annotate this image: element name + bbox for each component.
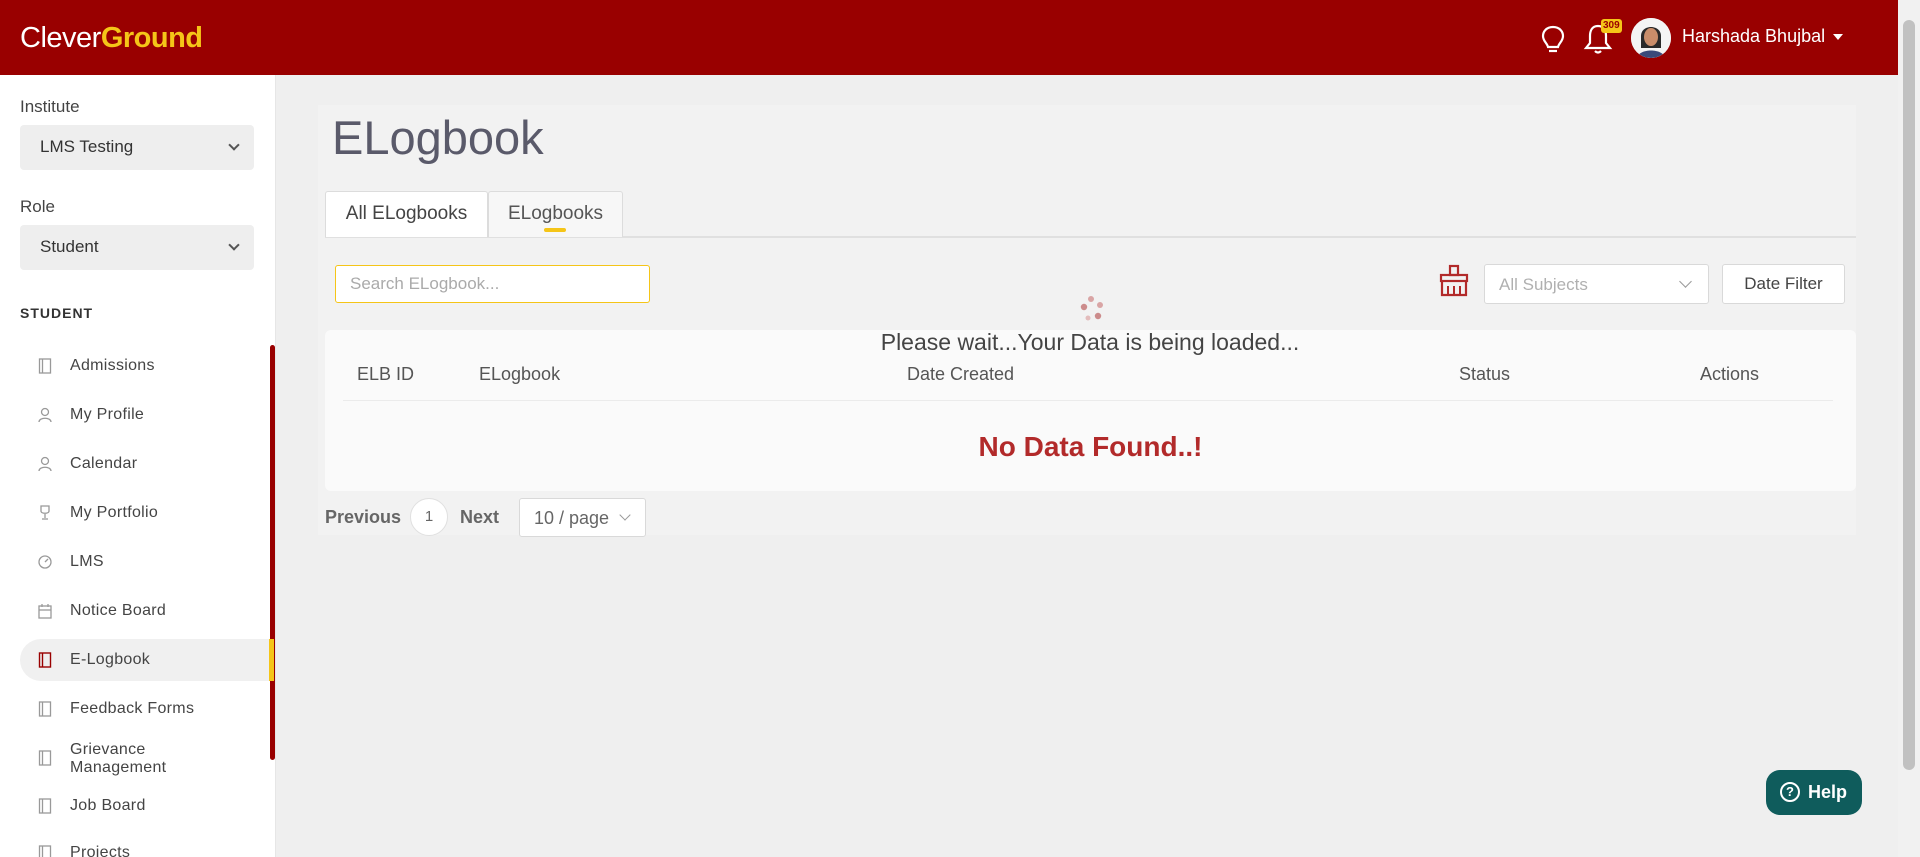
institute-label: Institute (20, 97, 80, 116)
column-header-elogbook: ELogbook (479, 364, 561, 384)
clever-ground-logo[interactable]: CleverGround (20, 22, 203, 55)
sidebar-item-label: Projects (70, 844, 131, 857)
institute-select-value: LMS Testing (40, 137, 134, 156)
sidebar-item-label: Admissions (70, 357, 155, 374)
search-input[interactable] (335, 265, 650, 303)
column-header-actions: Actions (1700, 364, 1760, 384)
sidebar-item-e-logbook[interactable]: E-Logbook (20, 639, 274, 681)
user-icon (38, 456, 52, 472)
sidebar-item-label: My Profile (70, 406, 145, 423)
sidebar-item-admissions[interactable]: Admissions (20, 345, 270, 387)
lightbulb-icon[interactable] (1538, 24, 1568, 56)
book-icon (38, 701, 52, 717)
sidebar-item-label: Calendar (70, 455, 138, 472)
sidebar-item-label: Job Board (70, 797, 146, 814)
user-icon (38, 407, 52, 423)
empty-state-message: No Data Found..! (978, 431, 1203, 462)
user-name[interactable]: Harshada Bhujbal (1682, 26, 1825, 47)
trophy-icon (40, 505, 50, 520)
sidebar-item-projects[interactable]: Projects (20, 832, 270, 857)
calendar-icon (38, 604, 52, 619)
pagination-next-button[interactable]: Next (460, 507, 499, 528)
sidebar: Institute LMS Testing Role Student STUDE… (0, 75, 276, 857)
loading-message: Please wait...Your Data is being loaded.… (880, 329, 1300, 355)
sidebar-item-label: My Portfolio (70, 504, 159, 521)
chevron-down-icon (228, 139, 240, 151)
role-label: Role (20, 197, 55, 216)
book-icon (38, 358, 52, 374)
pagination-page-button[interactable]: 1 (410, 498, 448, 536)
sidebar-item-notice-board[interactable]: Notice Board (20, 590, 270, 632)
chevron-down-icon (228, 239, 240, 251)
date-filter-button[interactable]: Date Filter (1722, 264, 1845, 304)
caret-down-icon[interactable] (1833, 34, 1843, 40)
column-header-status: Status (1459, 364, 1511, 384)
sidebar-section-title: STUDENT (20, 305, 94, 321)
user-avatar[interactable] (1631, 18, 1671, 58)
subject-filter-select[interactable]: All Subjects (1484, 264, 1709, 304)
sidebar-item-my-portfolio[interactable]: My Portfolio (20, 492, 270, 534)
sidebar-item-grievance-management[interactable]: Grievance Management (20, 737, 270, 779)
role-select[interactable]: Student (20, 225, 254, 270)
chevron-down-icon (619, 509, 631, 521)
loading-spinner-icon (1080, 296, 1103, 321)
sidebar-item-label: E-Logbook (70, 651, 151, 668)
page-scrollbar-thumb[interactable] (1903, 20, 1915, 770)
column-header-date-created: Date Created (907, 364, 1015, 384)
notification-count-badge: 309 (1601, 19, 1622, 33)
page-title: ELogbook (332, 111, 544, 164)
logo-text-ground: Ground (100, 22, 203, 54)
logo-text-clever: Clever (20, 22, 101, 54)
book-icon (38, 750, 52, 766)
question-icon: ? (1780, 782, 1800, 802)
sidebar-item-calendar[interactable]: Calendar (20, 443, 270, 485)
book-icon (38, 798, 52, 814)
sidebar-item-label: Notice Board (70, 602, 167, 619)
sidebar-item-lms[interactable]: LMS (20, 541, 270, 583)
sidebar-item-label: Feedback Forms (70, 700, 195, 717)
clear-filter-icon[interactable] (1438, 264, 1470, 298)
tab-all-elogbooks[interactable]: All ELogbooks (325, 191, 488, 237)
sidebar-item-my-profile[interactable]: My Profile (20, 394, 270, 436)
chevron-down-icon (1679, 275, 1692, 288)
help-button-label: Help (1808, 782, 1848, 802)
column-header-elb-id: ELB ID (357, 364, 415, 384)
tab-active-indicator (544, 228, 566, 232)
gauge-icon (38, 555, 52, 569)
table-header-divider (343, 400, 1833, 401)
help-button[interactable]: ? Help (1766, 770, 1862, 815)
role-select-value: Student (40, 237, 99, 256)
sidebar-scrollbar[interactable] (270, 345, 275, 760)
book-icon (38, 652, 52, 668)
page-size-value: 10 / page (534, 508, 610, 528)
subject-filter-value: All Subjects (1499, 275, 1588, 294)
sidebar-item-feedback-forms[interactable]: Feedback Forms (20, 688, 270, 730)
sidebar-item-label: LMS (70, 553, 104, 570)
top-navbar: CleverGround 309 Harshada Bhujbal (0, 0, 1898, 75)
sidebar-item-job-board[interactable]: Job Board (20, 785, 270, 827)
page-scrollbar[interactable] (1898, 0, 1920, 857)
book-icon (38, 845, 52, 857)
pagination-previous-button[interactable]: Previous (325, 507, 401, 528)
avatar-image (1631, 18, 1671, 58)
page-size-select[interactable]: 10 / page (519, 498, 646, 537)
sidebar-item-label: Grievance Management (70, 741, 167, 776)
institute-select[interactable]: LMS Testing (20, 125, 254, 170)
